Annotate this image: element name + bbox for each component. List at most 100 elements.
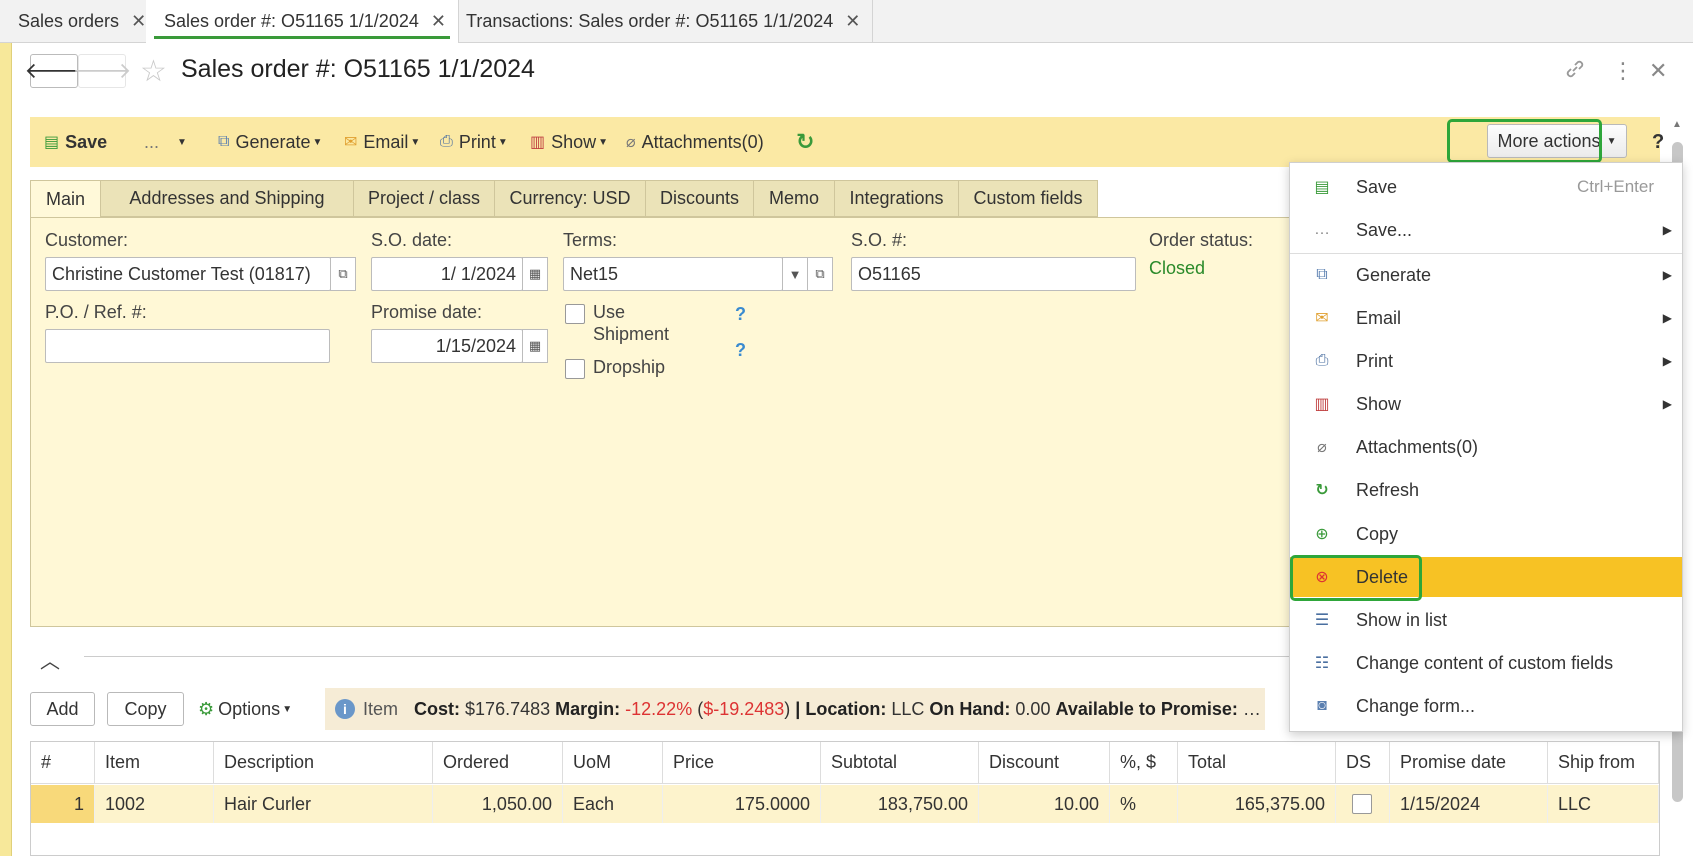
close-icon[interactable]: ✕ xyxy=(845,11,860,32)
tab-memo[interactable]: Memo xyxy=(753,180,835,217)
email-button[interactable]: ✉ Email ▼ xyxy=(344,117,420,167)
cost-value: $176.7483 xyxy=(465,698,551,719)
chevron-down-icon[interactable]: ▼ xyxy=(782,257,808,291)
close-form-icon[interactable]: ✕ xyxy=(1649,58,1667,84)
attachments-button[interactable]: ⌀ Attachments(0) xyxy=(626,117,764,167)
margin-label: Margin: xyxy=(555,698,621,719)
use-shipment-checkbox[interactable] xyxy=(565,304,585,324)
refresh-icon[interactable]: ↻ xyxy=(796,117,814,167)
column-header[interactable]: # xyxy=(31,742,95,784)
save-options-dropdown[interactable]: ... ▼ xyxy=(144,117,187,167)
margin-amount: $-19.2483 xyxy=(703,698,785,719)
calendar-icon[interactable]: ▦ xyxy=(522,329,548,363)
menu-item-attachments[interactable]: ⌀ Attachments(0) xyxy=(1290,427,1682,467)
tab-sales-orders[interactable]: Sales orders ✕ xyxy=(0,0,160,43)
terms-field[interactable]: Net15 xyxy=(563,257,783,291)
menu-item-show-in-list[interactable]: ☰ Show in list xyxy=(1290,600,1682,640)
open-customer-icon[interactable]: ⧉ xyxy=(330,257,356,291)
menu-item-save[interactable]: ▤ Save Ctrl+Enter xyxy=(1290,167,1682,207)
menu-item-show[interactable]: ▥ Show ▶ xyxy=(1290,384,1682,424)
so-date-field[interactable]: 1/ 1/2024 xyxy=(371,257,523,291)
cell-item[interactable]: 1002 xyxy=(95,785,214,823)
help-button[interactable]: ? xyxy=(1652,117,1664,167)
cell-ship-from[interactable]: LLC xyxy=(1548,785,1659,823)
close-icon[interactable]: ✕ xyxy=(431,11,446,32)
cell-total[interactable]: 165,375.00 xyxy=(1178,785,1336,823)
cell-subtotal[interactable]: 183,750.00 xyxy=(821,785,979,823)
so-number-label: S.O. #: xyxy=(851,230,908,250)
cell-ds[interactable] xyxy=(1336,785,1390,823)
show-button[interactable]: ▥ Show ▼ xyxy=(530,117,608,167)
menu-item-label: Save xyxy=(1356,176,1398,197)
save-button[interactable]: ▤ Save xyxy=(44,117,107,167)
menu-item-label: Change content of custom fields xyxy=(1356,652,1614,673)
tab-integrations[interactable]: Integrations xyxy=(834,180,959,217)
add-row-button[interactable]: Add xyxy=(30,692,95,726)
calendar-icon[interactable]: ▦ xyxy=(522,257,548,291)
menu-item-copy[interactable]: ⊕ Copy xyxy=(1290,514,1682,554)
info-icon: i xyxy=(335,699,355,719)
customer-label: Customer: xyxy=(45,230,129,250)
favorite-star-icon[interactable]: ☆ xyxy=(140,54,167,89)
tab-main[interactable]: Main xyxy=(30,180,101,219)
ellipsis-icon: … xyxy=(1314,221,1330,238)
column-header[interactable]: Ship from xyxy=(1548,742,1659,784)
refresh-icon: ↻ xyxy=(1315,482,1329,499)
cell-promise-date[interactable]: 1/15/2024 xyxy=(1390,785,1548,823)
close-icon[interactable]: ✕ xyxy=(131,11,146,32)
column-header[interactable]: %, $ xyxy=(1110,742,1178,784)
column-header[interactable]: Item xyxy=(95,742,214,784)
tab-currency[interactable]: Currency: USD xyxy=(494,180,646,217)
menu-item-save-as[interactable]: … Save... ▶ xyxy=(1290,210,1682,250)
dropship-checkbox[interactable] xyxy=(565,359,585,379)
back-button[interactable]: 🡐 xyxy=(25,54,84,88)
cell-description[interactable]: Hair Curler xyxy=(214,785,433,823)
help-icon[interactable]: ? xyxy=(735,304,746,325)
tab-custom-fields[interactable]: Custom fields xyxy=(958,180,1098,217)
tab-transactions[interactable]: Transactions: Sales order #: O51165 1/1/… xyxy=(448,0,874,43)
menu-item-email[interactable]: ✉ Email ▶ xyxy=(1290,298,1682,338)
menu-item-generate[interactable]: ⧉ Generate ▶ xyxy=(1290,255,1682,295)
cell-ordered[interactable]: 1,050.00 xyxy=(433,785,563,823)
tab-sales-order[interactable]: Sales order #: O51165 1/1/2024 ✕ xyxy=(146,0,459,43)
column-header[interactable]: Description xyxy=(214,742,433,784)
column-header[interactable]: UoM xyxy=(563,742,663,784)
link-icon[interactable] xyxy=(1564,58,1586,86)
cell-discount-type[interactable]: % xyxy=(1110,785,1178,823)
column-header[interactable]: Total xyxy=(1178,742,1336,784)
column-header[interactable]: Discount xyxy=(979,742,1110,784)
column-header[interactable]: Subtotal xyxy=(821,742,979,784)
po-field[interactable] xyxy=(45,329,330,363)
generate-button[interactable]: ⧉ Generate ▼ xyxy=(218,117,322,167)
so-number-field[interactable]: O51165 xyxy=(851,257,1136,291)
menu-item-refresh[interactable]: ↻ Refresh xyxy=(1290,470,1682,510)
tab-project-class[interactable]: Project / class xyxy=(353,180,495,217)
copy-row-button[interactable]: Copy xyxy=(107,692,184,726)
options-button[interactable]: ⚙ Options ▼ xyxy=(198,692,292,726)
column-header[interactable]: Price xyxy=(663,742,821,784)
column-header[interactable]: Ordered xyxy=(433,742,563,784)
row-number[interactable]: 1 xyxy=(31,785,95,823)
column-header[interactable]: Promise date xyxy=(1390,742,1548,784)
menu-item-custom-fields[interactable]: ☷ Change content of custom fields xyxy=(1290,643,1682,683)
help-icon[interactable]: ? xyxy=(735,340,746,361)
menu-item-change-form[interactable]: ◙ Change form... xyxy=(1290,686,1682,726)
scroll-up-icon[interactable]: ▲ xyxy=(1672,119,1682,130)
chevron-up-icon[interactable]: ︿ xyxy=(40,645,60,674)
ds-checkbox[interactable] xyxy=(1352,794,1372,814)
forward-button[interactable]: 🡒 xyxy=(73,54,132,88)
cell-uom[interactable]: Each xyxy=(563,785,663,823)
kebab-menu-icon[interactable]: ⋮ xyxy=(1612,58,1634,84)
delete-highlight xyxy=(1290,555,1422,601)
cell-discount[interactable]: 10.00 xyxy=(979,785,1110,823)
cell-price[interactable]: 175.0000 xyxy=(663,785,821,823)
column-header[interactable]: DS xyxy=(1336,742,1390,784)
print-button[interactable]: ⎙ Print ▼ xyxy=(440,117,508,167)
tab-discounts[interactable]: Discounts xyxy=(645,180,754,217)
tab-addresses[interactable]: Addresses and Shipping xyxy=(100,180,354,217)
promise-date-field[interactable]: 1/15/2024 xyxy=(371,329,523,363)
customer-field[interactable]: Christine Customer Test (01817) xyxy=(45,257,331,291)
open-terms-icon[interactable]: ⧉ xyxy=(807,257,833,291)
menu-item-label: Attachments(0) xyxy=(1356,436,1479,457)
menu-item-print[interactable]: ⎙ Print ▶ xyxy=(1290,341,1682,381)
